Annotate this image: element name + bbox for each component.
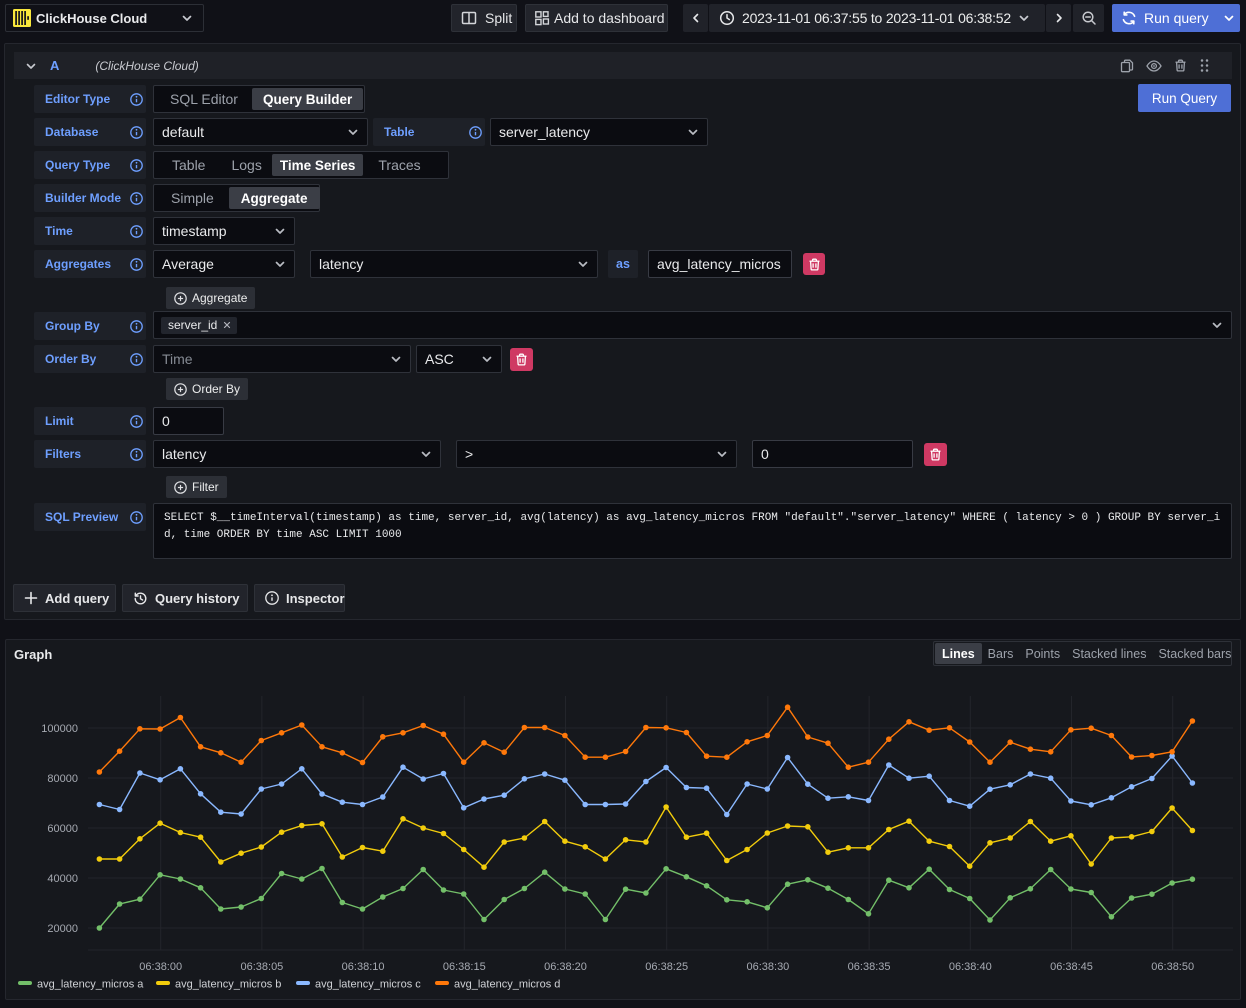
svg-text:100000: 100000	[41, 723, 78, 735]
svg-text:06:38:40: 06:38:40	[949, 961, 992, 973]
svg-text:06:38:00: 06:38:00	[139, 961, 182, 973]
svg-text:80000: 80000	[47, 773, 78, 785]
svg-text:avg_latency_micros a: avg_latency_micros a	[37, 979, 144, 991]
svg-text:06:38:05: 06:38:05	[240, 961, 283, 973]
svg-text:06:38:45: 06:38:45	[1050, 961, 1093, 973]
svg-text:06:38:10: 06:38:10	[342, 961, 385, 973]
svg-text:06:38:30: 06:38:30	[746, 961, 789, 973]
svg-text:06:38:50: 06:38:50	[1151, 961, 1194, 973]
svg-text:avg_latency_micros d: avg_latency_micros d	[454, 979, 560, 991]
svg-text:20000: 20000	[47, 923, 78, 935]
svg-text:60000: 60000	[47, 823, 78, 835]
svg-text:40000: 40000	[47, 873, 78, 885]
svg-text:avg_latency_micros c: avg_latency_micros c	[315, 979, 421, 991]
svg-text:06:38:15: 06:38:15	[443, 961, 486, 973]
svg-text:06:38:35: 06:38:35	[848, 961, 891, 973]
svg-text:avg_latency_micros b: avg_latency_micros b	[175, 979, 281, 991]
svg-text:06:38:25: 06:38:25	[645, 961, 688, 973]
svg-text:06:38:20: 06:38:20	[544, 961, 587, 973]
